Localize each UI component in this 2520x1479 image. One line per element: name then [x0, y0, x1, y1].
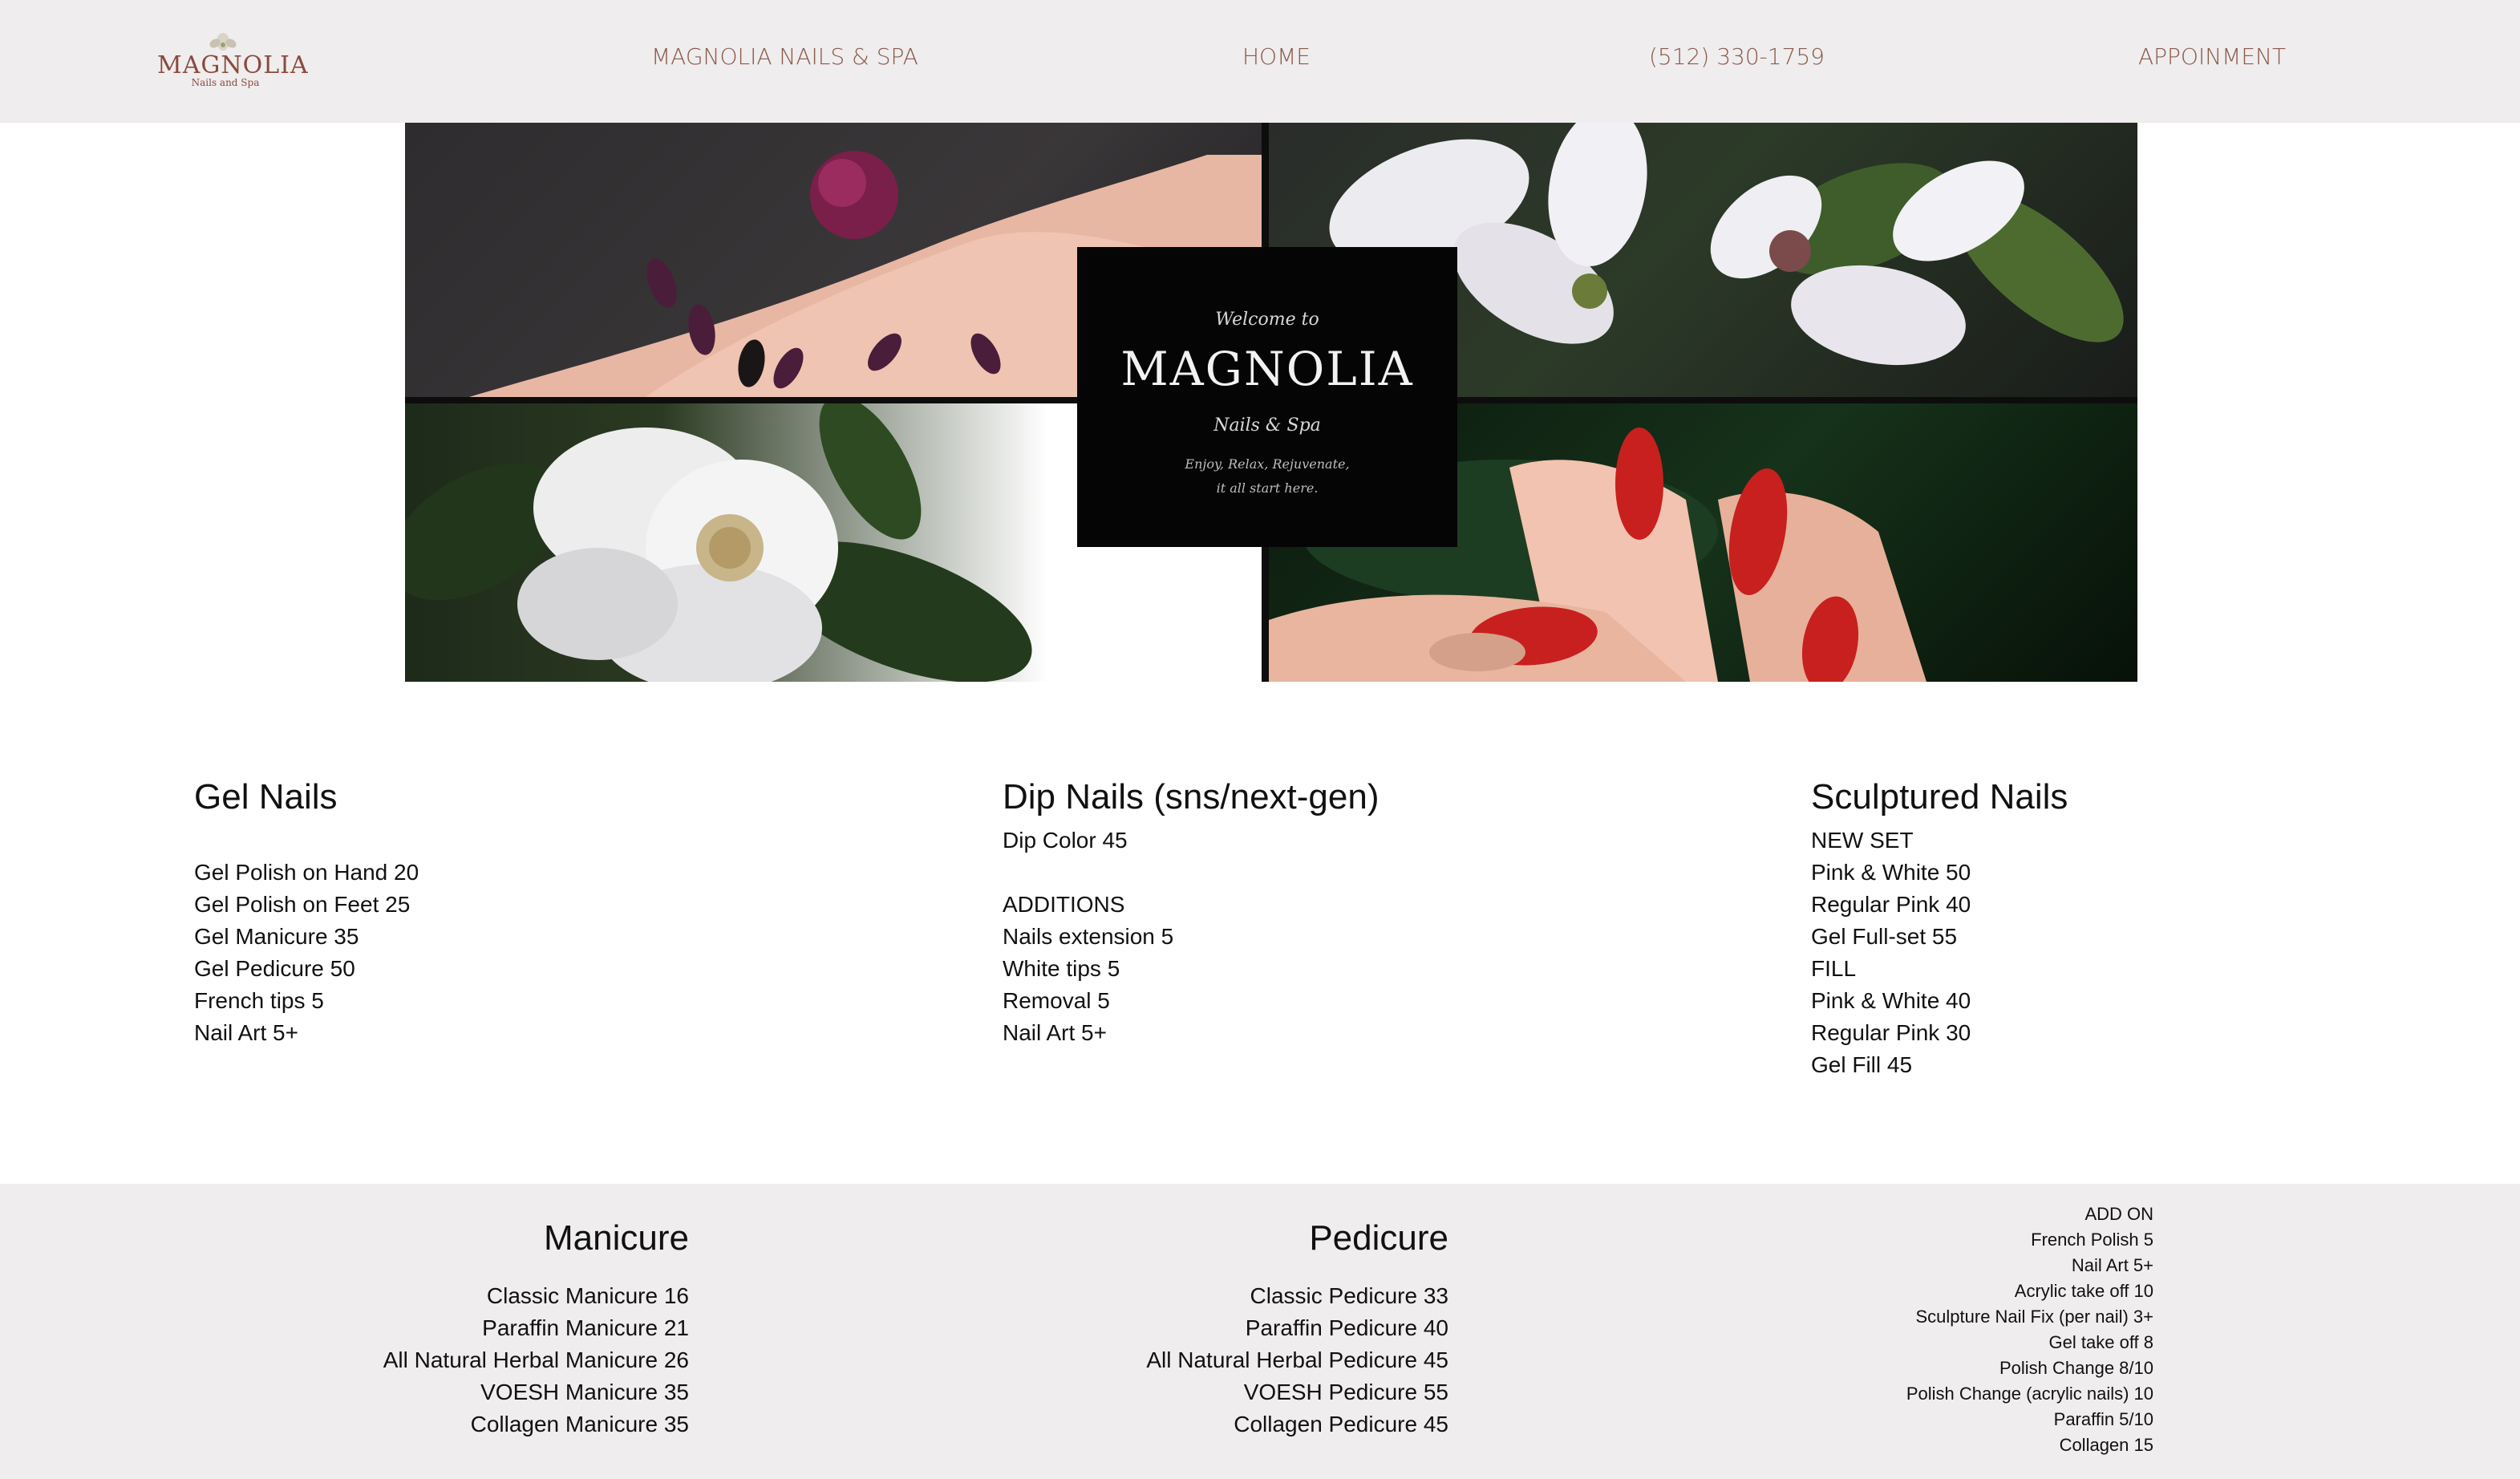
- list-item: Nail Art 5+: [194, 1020, 298, 1045]
- list-item: Gel Full-set 55: [1811, 924, 1958, 949]
- magnolia-logo[interactable]: MAGNOLIA Nails and Spa: [157, 30, 309, 95]
- list-item: Pink & White 50: [1811, 860, 1971, 885]
- dip-nails-title: Dip Nails (sns/next-gen): [1003, 777, 1380, 816]
- pedicure-title: Pedicure: [1309, 1218, 1448, 1258]
- gel-nails-list: Gel Polish on Hand 20 Gel Polish on Feet…: [194, 857, 675, 1049]
- list-item: Acrylic take off 10: [2014, 1281, 2153, 1301]
- additions-label: ADDITIONS: [1003, 892, 1125, 917]
- list-item: Gel Manicure 35: [194, 924, 359, 949]
- list-item: Regular Pink 40: [1811, 892, 1971, 917]
- manicure-section: Manicure Classic Manicure 16 Paraffin Ma…: [288, 1216, 689, 1441]
- list-item: VOESH Pedicure 55: [1243, 1380, 1448, 1404]
- welcome-card: Welcome to MAGNOLIA Nails & Spa Enjoy, R…: [1077, 247, 1457, 547]
- site-header: MAGNOLIA Nails and Spa MAGNOLIA NAILS & …: [0, 0, 2520, 123]
- add-on-section: ADD ON French Polish 5 Nail Art 5+ Acryl…: [1752, 1201, 2153, 1458]
- add-on-list: French Polish 5 Nail Art 5+ Acrylic take…: [1752, 1227, 2153, 1458]
- list-item: Nail Art 5+: [1003, 1020, 1107, 1045]
- dip-nails-list: Dip Color 45 ADDITIONS Nails extension 5…: [1003, 825, 1484, 1049]
- magnolia-flower-icon: [209, 33, 237, 51]
- list-item: Removal 5: [1003, 988, 1110, 1013]
- list-item: Regular Pink 30: [1811, 1020, 1971, 1045]
- list-item: Paraffin Manicure 21: [482, 1315, 689, 1340]
- list-item: Paraffin 5/10: [2053, 1409, 2153, 1429]
- list-item: Dip Color 45: [1003, 828, 1128, 853]
- pedicure-list: Classic Pedicure 33 Paraffin Pedicure 40…: [1047, 1280, 1448, 1441]
- sculptured-nails-list: NEW SET Pink & White 50 Regular Pink 40 …: [1811, 825, 2292, 1081]
- list-item: Pink & White 40: [1811, 988, 1971, 1013]
- sculptured-nails-title: Sculptured Nails: [1811, 777, 2068, 816]
- list-item: VOESH Manicure 35: [480, 1380, 689, 1404]
- hero-banner: Welcome to MAGNOLIA Nails & Spa Enjoy, R…: [405, 123, 2137, 682]
- list-item: Polish Change (acrylic nails) 10: [1906, 1384, 2153, 1404]
- list-item: Classic Manicure 16: [486, 1283, 689, 1308]
- add-on-title: ADD ON: [2084, 1204, 2153, 1224]
- sculptured-nails-section: Sculptured Nails NEW SET Pink & White 50…: [1811, 775, 2292, 1081]
- nav-salon-name[interactable]: MAGNOLIA NAILS & SPA: [651, 43, 918, 70]
- list-item: All Natural Herbal Pedicure 45: [1146, 1347, 1448, 1372]
- list-item: Nails extension 5: [1003, 924, 1174, 949]
- new-set-label: NEW SET: [1811, 828, 1914, 853]
- nav-appointment[interactable]: APPOINMENT: [2138, 43, 2286, 70]
- logo-subtitle: Nails and Spa: [191, 77, 260, 88]
- bottom-services: Manicure Classic Manicure 16 Paraffin Ma…: [0, 1184, 2520, 1479]
- brand-subtitle: Nails & Spa: [1213, 415, 1321, 436]
- list-item: Nail Art 5+: [2071, 1255, 2153, 1275]
- list-item: Gel Fill 45: [1811, 1052, 1913, 1077]
- list-item: Paraffin Pedicure 40: [1245, 1315, 1448, 1340]
- list-item: French Polish 5: [2031, 1230, 2153, 1250]
- list-item: French tips 5: [194, 988, 324, 1013]
- nav-home[interactable]: HOME: [1242, 43, 1311, 70]
- list-item: Sculpture Nail Fix (per nail) 3+: [1915, 1307, 2153, 1327]
- list-item: Gel Polish on Feet 25: [194, 892, 411, 917]
- gel-nails-title: Gel Nails: [194, 777, 338, 816]
- brand-tagline: Enjoy, Relax, Rejuvenate, it all start h…: [1077, 452, 1457, 500]
- tagline-line-2: it all start here.: [1216, 480, 1319, 496]
- list-item: Collagen 15: [2059, 1435, 2153, 1455]
- list-item: Polish Change 8/10: [1999, 1358, 2153, 1378]
- list-item: Collagen Manicure 35: [470, 1412, 689, 1436]
- list-item: Gel Pedicure 50: [194, 956, 355, 981]
- dip-nails-section: Dip Nails (sns/next-gen) Dip Color 45 AD…: [1003, 775, 1484, 1049]
- list-item: Collagen Pedicure 45: [1234, 1412, 1448, 1436]
- gel-nails-section: Gel Nails Gel Polish on Hand 20 Gel Poli…: [194, 775, 675, 1049]
- list-spacer: [1003, 857, 1484, 889]
- logo-text: MAGNOLIA: [157, 51, 309, 79]
- list-item: Classic Pedicure 33: [1250, 1283, 1448, 1308]
- list-item: Gel Polish on Hand 20: [194, 860, 419, 885]
- nav-phone[interactable]: (512) 330-1759: [1649, 43, 1825, 70]
- list-item: White tips 5: [1003, 956, 1120, 981]
- list-item: Gel take off 8: [2048, 1332, 2153, 1352]
- welcome-text: Welcome to: [1215, 310, 1319, 330]
- list-item: All Natural Herbal Manicure 26: [383, 1347, 689, 1372]
- manicure-title: Manicure: [544, 1218, 689, 1258]
- brand-title: MAGNOLIA: [1120, 342, 1414, 396]
- tagline-line-1: Enjoy, Relax, Rejuvenate,: [1185, 456, 1350, 472]
- fill-label: FILL: [1811, 956, 1857, 981]
- manicure-list: Classic Manicure 16 Paraffin Manicure 21…: [288, 1280, 689, 1441]
- pedicure-section: Pedicure Classic Pedicure 33 Paraffin Pe…: [1047, 1216, 1448, 1441]
